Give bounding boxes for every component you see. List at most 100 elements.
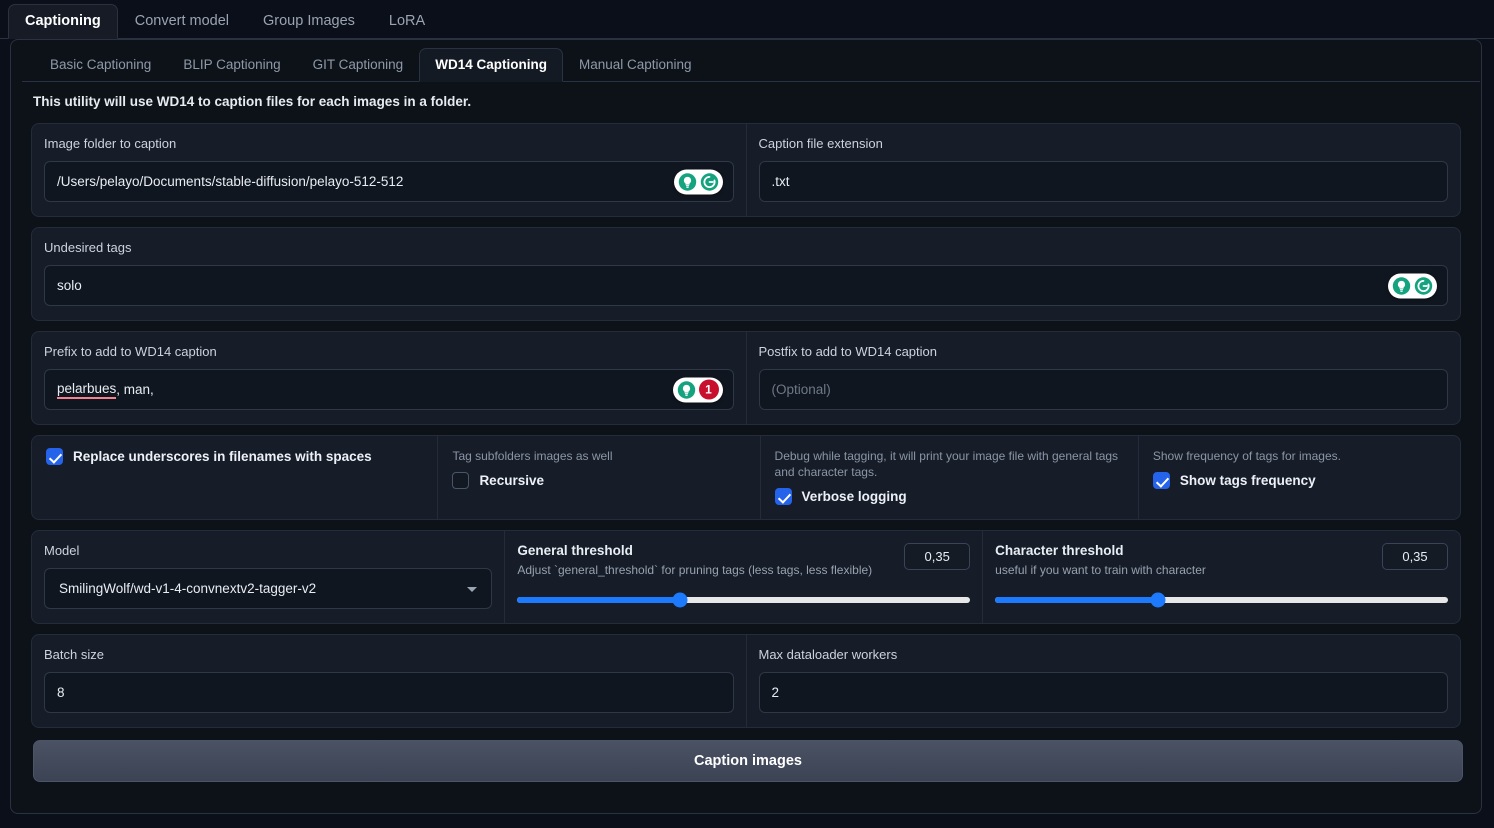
lightbulb-icon[interactable]	[1392, 276, 1411, 295]
prefix-input[interactable]: pelarbues, man, 1	[44, 369, 734, 410]
captioning-panel: Basic Captioning BLIP Captioning GIT Cap…	[10, 39, 1482, 814]
verbose-logging-hint: Debug while tagging, it will print your …	[774, 449, 1119, 480]
caption-extension-value: .txt	[771, 174, 790, 189]
general-threshold-cell: General threshold Adjust `general_thresh…	[504, 531, 982, 624]
tab-group-images[interactable]: Group Images	[246, 4, 372, 39]
character-threshold-fill	[995, 597, 1159, 604]
model-label: Model	[44, 543, 80, 559]
model-selected-value: SmilingWolf/wd-v1-4-convnextv2-tagger-v2	[59, 581, 317, 597]
lightbulb-icon[interactable]	[678, 172, 697, 191]
replace-underscores-label: Replace underscores in filenames with sp…	[73, 449, 372, 464]
model-select[interactable]: SmilingWolf/wd-v1-4-convnextv2-tagger-v2	[44, 568, 493, 610]
show-tags-frequency-cell: Show frequency of tags for images. Show …	[1137, 436, 1460, 520]
character-threshold-subtitle: useful if you want to train with charact…	[995, 563, 1206, 578]
verbose-logging-label: Verbose logging	[801, 489, 907, 505]
verbose-logging-cell: Debug while tagging, it will print your …	[759, 436, 1138, 520]
undesired-tags-label: Undesired tags	[44, 240, 132, 255]
secondary-tab-bar: Basic Captioning BLIP Captioning GIT Cap…	[22, 44, 1480, 82]
grammarly-refresh-icon[interactable]	[1414, 276, 1433, 295]
wd14-captioning-page: Captioning Convert model Group Images Lo…	[0, 0, 1494, 828]
recursive-label: Recursive	[479, 473, 544, 489]
postfix-input[interactable]: (Optional)	[758, 369, 1448, 410]
image-folder-input[interactable]: /Users/pelayo/Documents/stable-diffusion…	[44, 161, 734, 202]
prefix-postfix-row: Prefix to add to WD14 caption pelarbues,…	[31, 331, 1461, 425]
general-threshold-slider[interactable]	[517, 592, 971, 608]
show-tags-frequency-row[interactable]: Show tags frequency	[1152, 472, 1448, 490]
replace-underscores-row[interactable]: Replace underscores in filenames with sp…	[46, 448, 425, 465]
tab-git-captioning[interactable]: GIT Captioning	[297, 48, 420, 82]
undesired-tags-row: Undesired tags solo	[31, 227, 1461, 321]
folder-extension-row: Image folder to caption /Users/pelayo/Do…	[31, 123, 1461, 217]
lightbulb-icon[interactable]	[677, 380, 696, 399]
caption-extension-label: Caption file extension	[758, 136, 883, 151]
general-threshold-fill	[517, 597, 681, 604]
general-threshold-value-input[interactable]: 0,35	[904, 543, 971, 571]
prefix-label: Prefix to add to WD14 caption	[44, 344, 217, 359]
character-threshold-value-input[interactable]: 0,35	[1382, 543, 1448, 571]
show-tags-frequency-checkbox[interactable]	[1152, 472, 1170, 490]
general-threshold-title: General threshold	[517, 543, 633, 559]
tab-wd14-captioning[interactable]: WD14 Captioning	[419, 47, 563, 82]
model-cell: Model SmilingWolf/wd-v1-4-convnextv2-tag…	[32, 531, 504, 623]
batch-size-value: 8	[57, 685, 65, 701]
image-folder-label: Image folder to caption	[44, 136, 177, 151]
batch-workers-row: Batch size 8 Max dataloader workers 2	[31, 634, 1461, 729]
recursive-checkbox[interactable]	[452, 472, 470, 490]
tab-manual-captioning[interactable]: Manual Captioning	[563, 48, 708, 82]
tab-convert-model[interactable]: Convert model	[118, 4, 246, 39]
postfix-label: Postfix to add to WD14 caption	[758, 344, 937, 359]
chevron-down-icon[interactable]	[467, 586, 478, 592]
replace-underscores-cell: Replace underscores in filenames with sp…	[32, 436, 437, 519]
undesired-tags-input[interactable]: solo	[44, 265, 1448, 306]
max-dataloader-workers-label: Max dataloader workers	[758, 647, 898, 663]
caption-images-button[interactable]: Caption images	[33, 740, 1463, 783]
grammarly-widget[interactable]	[1388, 273, 1437, 298]
character-threshold-title: Character threshold	[995, 543, 1124, 559]
replace-underscores-checkbox[interactable]	[46, 448, 63, 465]
grammarly-refresh-icon[interactable]	[700, 172, 719, 191]
recursive-cell: Tag subfolders images as well Recursive	[437, 436, 759, 520]
postfix-placeholder: (Optional)	[771, 382, 831, 397]
character-threshold-knob[interactable]	[1150, 592, 1166, 608]
primary-tab-bar: Captioning Convert model Group Images Lo…	[0, 0, 1494, 39]
batch-size-cell: Batch size 8	[32, 635, 746, 727]
batch-size-input[interactable]: 8	[44, 672, 734, 714]
tab-blip-captioning[interactable]: BLIP Captioning	[167, 48, 296, 82]
image-folder-cell: Image folder to caption /Users/pelayo/Do…	[32, 124, 746, 216]
show-tags-frequency-label: Show tags frequency	[1179, 473, 1316, 489]
verbose-logging-row[interactable]: Verbose logging	[774, 488, 1126, 506]
recursive-hint: Tag subfolders images as well	[452, 449, 613, 463]
max-dataloader-workers-input[interactable]: 2	[758, 672, 1448, 714]
caption-extension-input[interactable]: .txt	[758, 161, 1448, 202]
model-thresholds-row: Model SmilingWolf/wd-v1-4-convnextv2-tag…	[31, 530, 1461, 625]
undesired-tags-cell: Undesired tags solo	[32, 228, 1460, 320]
character-threshold-slider[interactable]	[995, 592, 1448, 608]
options-row: Replace underscores in filenames with sp…	[31, 435, 1461, 521]
general-threshold-text: General threshold Adjust `general_thresh…	[517, 543, 872, 577]
image-folder-value: /Users/pelayo/Documents/stable-diffusion…	[57, 174, 404, 189]
utility-description: This utility will use WD14 to caption fi…	[33, 94, 472, 109]
batch-size-label: Batch size	[44, 647, 104, 663]
grammarly-widget[interactable]	[673, 169, 723, 194]
prefix-misspelled-word: pelarbues	[57, 381, 117, 399]
prefix-cell: Prefix to add to WD14 caption pelarbues,…	[32, 332, 746, 424]
general-threshold-head: General threshold Adjust `general_thresh…	[517, 543, 971, 577]
verbose-logging-checkbox[interactable]	[774, 488, 792, 506]
general-threshold-subtitle: Adjust `general_threshold` for pruning t…	[517, 563, 873, 578]
character-threshold-cell: Character threshold useful if you want t…	[982, 531, 1460, 624]
tab-basic-captioning[interactable]: Basic Captioning	[34, 48, 167, 82]
max-dataloader-workers-cell: Max dataloader workers 2	[745, 635, 1461, 728]
prefix-value-rest: , man,	[116, 382, 154, 397]
undesired-tags-value: solo	[57, 278, 82, 293]
grammarly-widget[interactable]: 1	[672, 377, 723, 402]
postfix-cell: Postfix to add to WD14 caption (Optional…	[745, 332, 1461, 424]
tab-lora[interactable]: LoRA	[372, 4, 442, 39]
max-dataloader-workers-value: 2	[771, 685, 780, 701]
general-threshold-knob[interactable]	[672, 592, 688, 608]
tab-captioning[interactable]: Captioning	[8, 3, 118, 39]
recursive-row[interactable]: Recursive	[452, 472, 747, 490]
suggestion-count-badge[interactable]: 1	[698, 379, 719, 400]
caption-extension-cell: Caption file extension .txt	[745, 124, 1461, 216]
wd14-form: This utility will use WD14 to caption fi…	[11, 78, 1481, 783]
character-threshold-text: Character threshold useful if you want t…	[995, 543, 1206, 577]
